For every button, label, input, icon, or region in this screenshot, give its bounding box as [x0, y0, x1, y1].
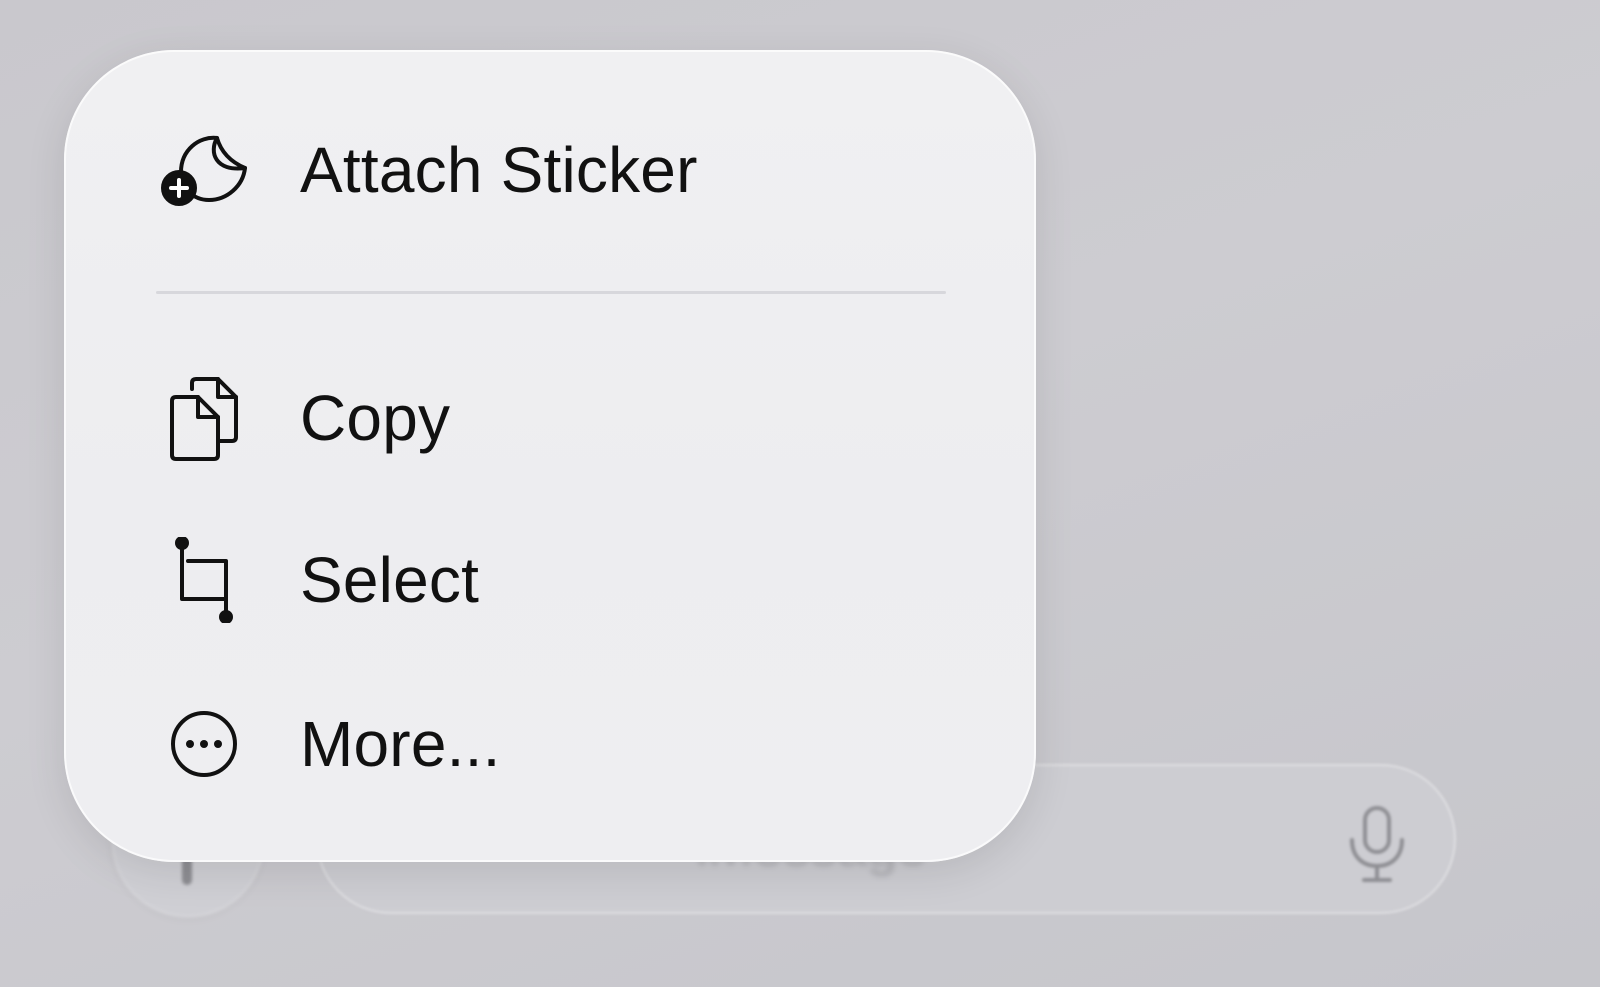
- crop-select-icon: [156, 532, 252, 628]
- menu-item-attach-sticker[interactable]: Attach Sticker: [64, 120, 1036, 220]
- menu-item-label: Copy: [300, 382, 451, 454]
- context-menu: Attach Sticker Copy Select More...: [64, 50, 1036, 862]
- sticker-add-icon: [156, 122, 252, 218]
- copy-documents-icon: [156, 370, 252, 466]
- menu-item-more[interactable]: More...: [64, 694, 1036, 794]
- menu-item-label: More...: [300, 708, 501, 780]
- menu-item-label: Attach Sticker: [300, 134, 698, 206]
- menu-item-select[interactable]: Select: [64, 530, 1036, 630]
- menu-item-copy[interactable]: Copy: [64, 368, 1036, 468]
- menu-divider: [156, 291, 946, 294]
- menu-item-label: Select: [300, 544, 480, 616]
- microphone-icon[interactable]: [1344, 804, 1410, 884]
- ellipsis-circle-icon: [156, 696, 252, 792]
